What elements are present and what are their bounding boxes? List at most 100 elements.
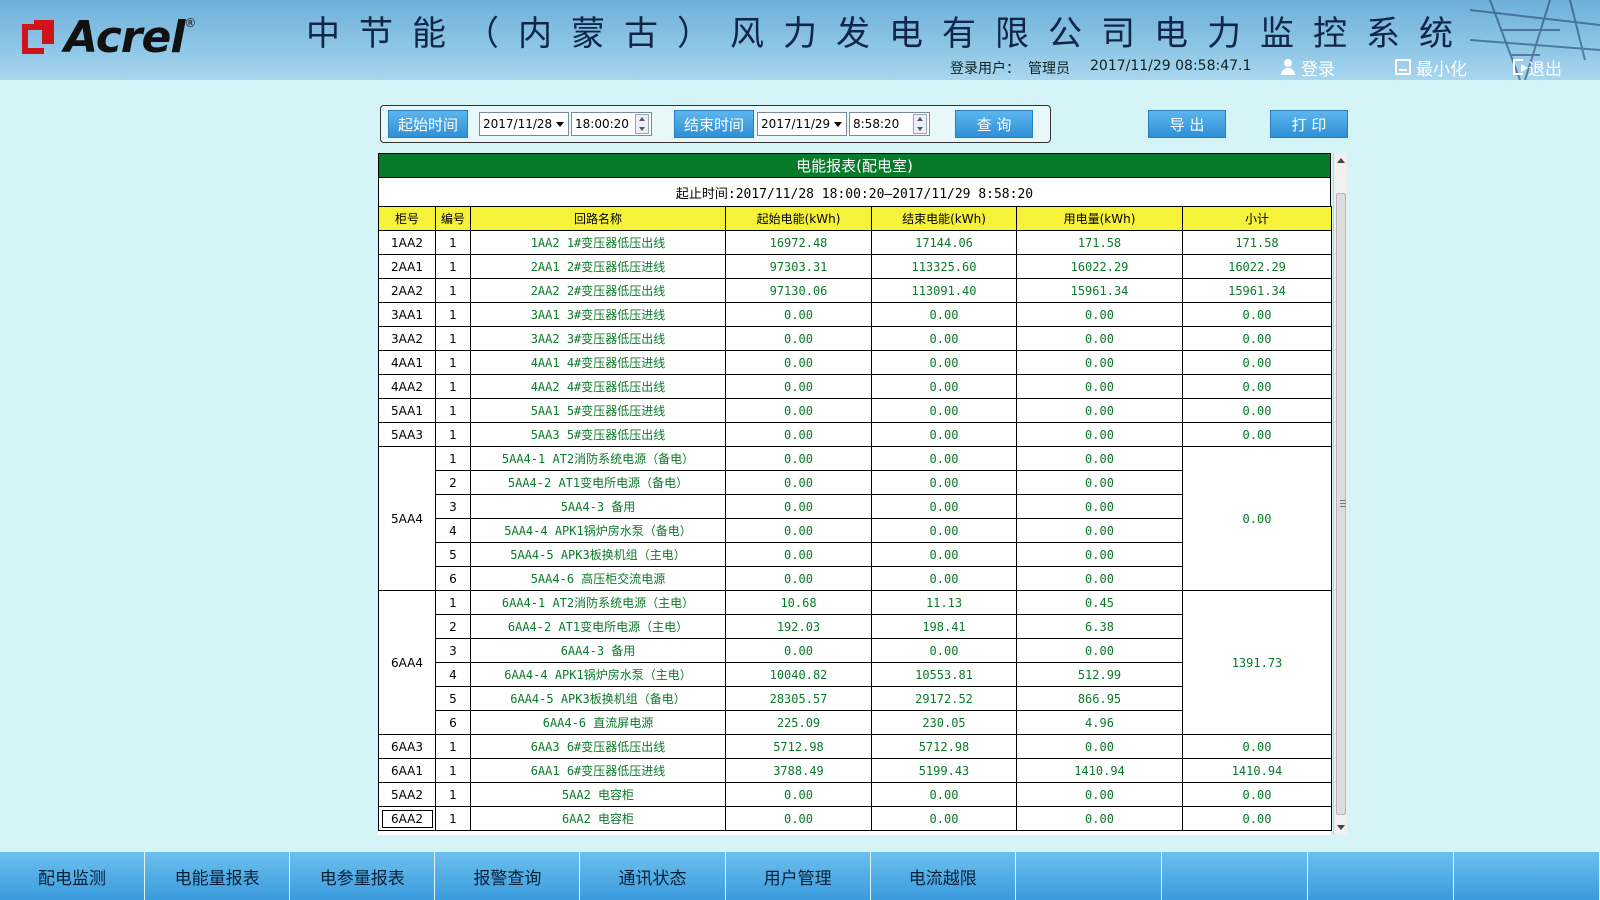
- number-cell: 4: [435, 662, 471, 687]
- number-cell: 1: [435, 422, 471, 447]
- number-cell: 2: [435, 614, 471, 639]
- circuit-name-cell: 5AA1 5#变压器低压进线: [470, 398, 726, 423]
- start-energy-cell: 0.00: [725, 350, 872, 375]
- start-time-label: 起始时间: [388, 110, 468, 138]
- spinner-arrows-icon[interactable]: [913, 114, 927, 134]
- nav-item-5[interactable]: 用户管理: [726, 852, 871, 900]
- acrel-logo: Acrel ®: [22, 12, 197, 63]
- scroll-up-icon[interactable]: [1337, 158, 1345, 163]
- start-energy-cell: 0.00: [725, 398, 872, 423]
- number-cell: 4: [435, 518, 471, 543]
- start-energy-cell: 225.09: [725, 710, 872, 735]
- end-energy-cell: 0.00: [871, 542, 1017, 567]
- report-scrollbar[interactable]: [1333, 153, 1347, 835]
- login-user-name: 管理员: [1028, 61, 1070, 77]
- end-energy-cell: 0.00: [871, 782, 1017, 807]
- consumption-cell: 0.00: [1016, 806, 1183, 831]
- circuit-name-cell: 6AA1 6#变压器低压进线: [470, 758, 726, 783]
- number-cell: 6: [435, 710, 471, 735]
- circuit-name-cell: 2AA1 2#变压器低压进线: [470, 254, 726, 279]
- column-header: 小计: [1182, 206, 1332, 231]
- table-row: 4AA2 1 4AA2 4#变压器低压出线 0.00 0.00 0.00 0.00: [378, 374, 1332, 399]
- cabinet-cell: 1AA2: [378, 230, 436, 255]
- consumption-cell: 0.00: [1016, 374, 1183, 399]
- end-energy-cell: 0.00: [871, 518, 1017, 543]
- end-time-spinner[interactable]: 8:58:20: [849, 112, 930, 136]
- cabinet-cell: 3AA2: [378, 326, 436, 351]
- start-energy-cell: 0.00: [725, 782, 872, 807]
- number-cell: 1: [435, 278, 471, 303]
- start-time-spinner[interactable]: 18:00:20: [571, 112, 652, 136]
- cabinet-cell: 5AA4: [378, 446, 436, 591]
- export-button[interactable]: 导 出: [1148, 110, 1226, 138]
- subtotal-cell: 0.00: [1182, 350, 1332, 375]
- consumption-cell: 6.38: [1016, 614, 1183, 639]
- logo-registered-mark: ®: [184, 16, 197, 30]
- scroll-thumb[interactable]: [1336, 193, 1346, 815]
- print-button[interactable]: 打 印: [1270, 110, 1348, 138]
- end-energy-cell: 230.05: [871, 710, 1017, 735]
- consumption-cell: 0.00: [1016, 470, 1183, 495]
- end-energy-cell: 0.00: [871, 806, 1017, 831]
- consumption-cell: 1410.94: [1016, 758, 1183, 783]
- chevron-down-icon[interactable]: [834, 122, 842, 127]
- nav-item-3[interactable]: 报警查询: [435, 852, 581, 900]
- login-button[interactable]: 登录: [1280, 56, 1335, 80]
- exit-icon: [1513, 59, 1528, 75]
- cabinet-cell: 4AA2: [378, 374, 436, 399]
- end-energy-cell: 0.00: [871, 398, 1017, 423]
- column-header: 起始电能(kWh): [725, 206, 872, 231]
- exit-button[interactable]: 退出: [1513, 56, 1562, 80]
- cabinet-cell: 2AA2: [378, 278, 436, 303]
- app-header: Acrel ® 中节能（内蒙古）风力发电有限公司电力监控系统 登录用户： 管理员…: [0, 0, 1600, 80]
- consumption-cell: 866.95: [1016, 686, 1183, 711]
- circuit-name-cell: 5AA4-3 备用: [470, 494, 726, 519]
- nav-item-8[interactable]: [1162, 852, 1308, 900]
- scroll-down-icon[interactable]: [1337, 825, 1345, 830]
- consumption-cell: 0.00: [1016, 446, 1183, 471]
- nav-item-10[interactable]: [1454, 852, 1600, 900]
- table-row: 4AA1 1 4AA1 4#变压器低压进线 0.00 0.00 0.00 0.00: [378, 350, 1332, 375]
- query-button[interactable]: 查 询: [955, 110, 1033, 138]
- start-date-picker[interactable]: 2017/11/28: [479, 112, 569, 136]
- cabinet-cell: 3AA1: [378, 302, 436, 327]
- table-header-row: 柜号 编号 回路名称 起始电能(kWh) 结束电能(kWh) 用电量(kWh) …: [378, 206, 1332, 231]
- number-cell: 5: [435, 542, 471, 567]
- number-cell: 1: [435, 302, 471, 327]
- current-datetime: 2017/11/29 08:58:47.1: [1090, 58, 1252, 74]
- start-energy-cell: 10040.82: [725, 662, 872, 687]
- nav-item-6[interactable]: 电流越限: [871, 852, 1016, 900]
- subtotal-cell: 0.00: [1182, 326, 1332, 351]
- nav-item-4[interactable]: 通讯状态: [580, 852, 726, 900]
- nav-item-0[interactable]: 配电监测: [0, 852, 146, 900]
- circuit-name-cell: 3AA1 3#变压器低压进线: [470, 302, 726, 327]
- number-cell: 1: [435, 806, 471, 831]
- nav-item-1[interactable]: 电能量报表: [145, 852, 291, 900]
- end-energy-cell: 5712.98: [871, 734, 1017, 759]
- subtotal-cell: 0.00: [1182, 446, 1332, 591]
- nav-item-2[interactable]: 电参量报表: [290, 852, 436, 900]
- subtotal-cell: 0.00: [1182, 398, 1332, 423]
- nav-item-7[interactable]: [1016, 852, 1162, 900]
- consumption-cell: 0.00: [1016, 326, 1183, 351]
- bottom-nav: 配电监测 电能量报表 电参量报表 报警查询 通讯状态 用户管理 电流越限: [0, 852, 1600, 900]
- circuit-name-cell: 5AA4-6 高压柜交流电源: [470, 566, 726, 591]
- number-cell: 2: [435, 470, 471, 495]
- consumption-cell: 0.00: [1016, 398, 1183, 423]
- end-energy-cell: 11.13: [871, 590, 1017, 615]
- spinner-arrows-icon[interactable]: [635, 114, 649, 134]
- nav-item-9[interactable]: [1308, 852, 1454, 900]
- consumption-cell: 0.00: [1016, 542, 1183, 567]
- circuit-name-cell: 5AA3 5#变压器低压出线: [470, 422, 726, 447]
- number-cell: 5: [435, 686, 471, 711]
- minimize-button[interactable]: 最小化: [1395, 56, 1467, 80]
- start-energy-cell: 28305.57: [725, 686, 872, 711]
- end-energy-cell: 5199.43: [871, 758, 1017, 783]
- end-date-picker[interactable]: 2017/11/29: [757, 112, 847, 136]
- start-energy-cell: 0.00: [725, 638, 872, 663]
- subtotal-cell: 0.00: [1182, 374, 1332, 399]
- chevron-down-icon[interactable]: [556, 122, 564, 127]
- consumption-cell: 16022.29: [1016, 254, 1183, 279]
- column-header: 用电量(kWh): [1016, 206, 1183, 231]
- number-cell: 1: [435, 782, 471, 807]
